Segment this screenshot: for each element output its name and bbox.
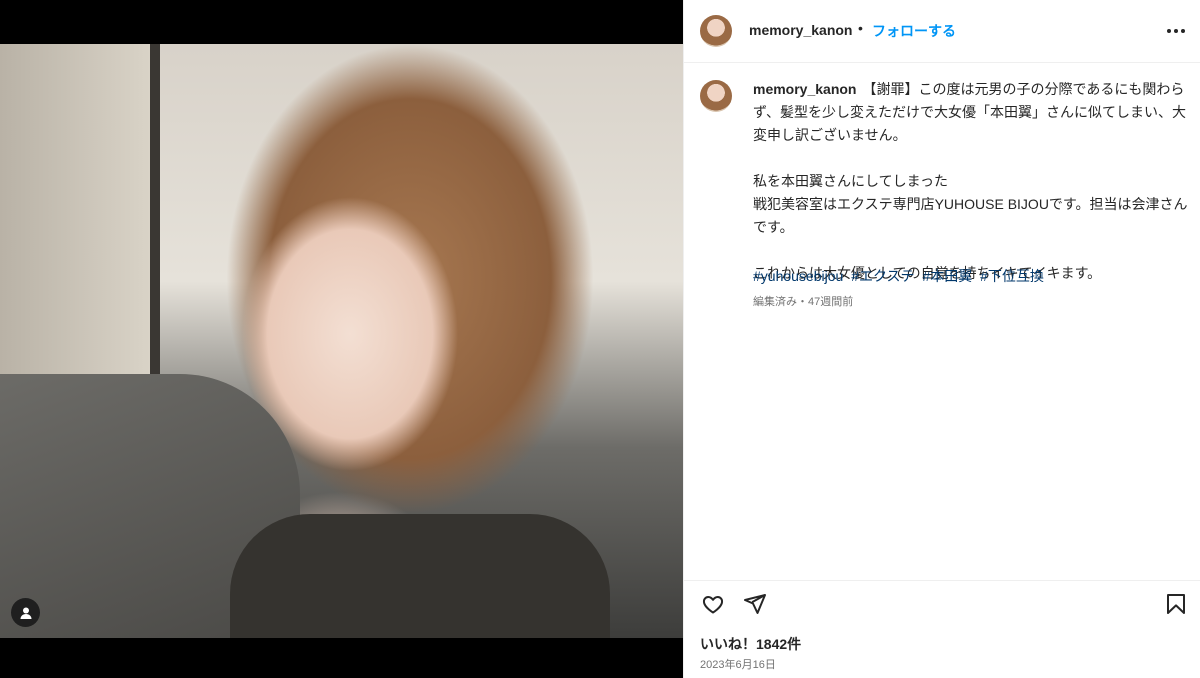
bookmark-icon[interactable] <box>1163 591 1189 617</box>
edited-timestamp: 編集済み・47週間前 <box>753 296 854 308</box>
post-media <box>0 0 683 678</box>
hashtag-link[interactable]: #エクステ <box>851 268 914 284</box>
user-tag-icon[interactable] <box>11 598 40 627</box>
caption-username[interactable]: memory_kanon <box>753 81 856 97</box>
action-bar <box>684 580 1200 627</box>
separator-dot: • <box>858 20 863 36</box>
hashtag-link[interactable]: #本田翼 <box>922 268 972 284</box>
post-side-panel: memory_kanon • フォローする memory_kanon 【謝罪】この… <box>683 0 1200 678</box>
follow-button[interactable]: フォローする <box>872 21 956 41</box>
caption-avatar[interactable] <box>700 80 732 112</box>
hashtag-list: #yuhousebijou #エクステ #本田翼 #下位互換 <box>753 266 1048 286</box>
post-date: 2023年6月16日 <box>700 659 776 671</box>
post-header: memory_kanon • フォローする <box>684 0 1200 63</box>
hashtag-link[interactable]: #yuhousebijou <box>753 268 843 284</box>
like-count[interactable]: いいね！1842件 <box>700 634 801 654</box>
caption: memory_kanon 【謝罪】この度は元男の子の分際であるにも関わらず、髪型を… <box>753 78 1188 285</box>
avatar[interactable] <box>700 15 732 47</box>
more-options-icon[interactable] <box>1164 22 1188 40</box>
caption-line-2: 私を本田翼さんにしてしまった <box>753 173 949 189</box>
heart-icon[interactable] <box>700 591 726 617</box>
photo-shirt <box>230 514 610 638</box>
caption-line-3: 戦犯美容室はエクステ専門店YUHOUSE BIJOUです。担当は会津さんです。 <box>753 196 1188 235</box>
header-username[interactable]: memory_kanon <box>749 22 852 38</box>
hashtag-link[interactable]: #下位互換 <box>980 268 1044 284</box>
post-photo[interactable] <box>0 44 683 638</box>
share-icon[interactable] <box>742 591 768 617</box>
